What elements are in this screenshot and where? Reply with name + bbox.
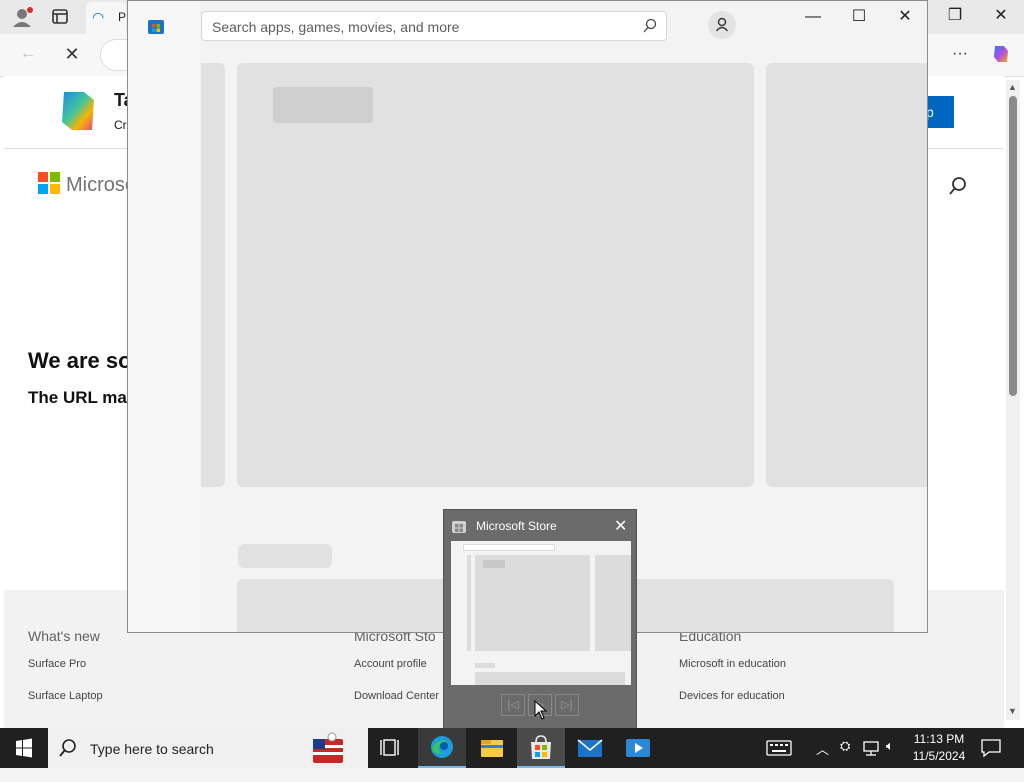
thumb-previous-icon[interactable]: |◁ — [501, 694, 525, 716]
preview-skeleton-right — [595, 555, 631, 651]
browser-tab[interactable]: ◠ P — [86, 2, 126, 34]
scroll-down-icon[interactable]: ▼ — [1008, 706, 1017, 716]
taskbar-thumbnail-preview[interactable]: Microsoft Store ✕ |◁ ▷ ▷| — [443, 509, 637, 729]
edge-icon[interactable] — [418, 728, 466, 768]
mail-icon[interactable] — [566, 728, 614, 768]
footer-column: What's new Surface Pro Surface Laptop — [28, 628, 228, 702]
section-title-skeleton — [238, 544, 332, 568]
error-subheading: The URL ma — [28, 388, 127, 407]
profile-icon[interactable] — [10, 6, 34, 28]
store-icon — [147, 17, 165, 35]
footer-link[interactable]: Surface Laptop — [28, 690, 228, 702]
preview-searchbar — [463, 544, 555, 551]
task-view-icon[interactable] — [368, 728, 416, 768]
restore-icon[interactable]: ❐ — [932, 0, 978, 32]
store-search-icon[interactable] — [642, 18, 658, 34]
banner-subtitle: Cr — [114, 118, 127, 132]
preview-title-skeleton — [483, 560, 505, 568]
thumbnail-store-icon — [452, 519, 466, 533]
back-icon[interactable]: ← — [16, 44, 40, 64]
stop-icon[interactable]: ✕ — [60, 44, 84, 64]
hero-skeleton-left — [201, 63, 225, 487]
footer-link[interactable]: Surface Pro — [28, 658, 228, 670]
store-search-input[interactable] — [210, 17, 634, 37]
more-icon[interactable]: ··· — [948, 44, 972, 64]
hero-title-skeleton — [273, 87, 373, 123]
windows-start-icon[interactable] — [0, 728, 48, 768]
store-nav-rail — [128, 1, 200, 632]
windows-taskbar: ︿ ⛭ 🔈︎ 11:13 PM 11/5/2024 — [0, 728, 1024, 768]
mouse-cursor-icon — [534, 699, 548, 720]
chevron-up-icon[interactable]: ︿ — [816, 739, 829, 758]
banner-button[interactable]: p — [924, 96, 954, 128]
search-icon[interactable] — [948, 176, 968, 196]
thumbnail-title: Microsoft Store — [476, 519, 557, 533]
maximize-icon[interactable]: ☐ — [836, 1, 882, 33]
preview-skeleton-left — [467, 555, 471, 651]
store-taskbar-icon[interactable] — [517, 728, 565, 768]
volume-icon[interactable]: 🔈︎ — [886, 738, 894, 754]
taskbar-search-box[interactable] — [48, 728, 368, 768]
footer-link[interactable]: Devices for education — [679, 690, 899, 702]
file-explorer-icon[interactable] — [468, 728, 516, 768]
minimize-icon[interactable]: — — [790, 1, 836, 33]
hero-skeleton-right — [766, 63, 927, 487]
account-icon[interactable] — [708, 11, 736, 39]
store-search-box[interactable] — [201, 11, 667, 41]
media-icon[interactable] — [614, 728, 662, 768]
thumb-next-icon[interactable]: ▷| — [555, 694, 579, 716]
tab-actions-icon[interactable] — [50, 7, 70, 27]
clock-time: 11:13 PM — [913, 732, 965, 746]
microsoft-brand: Microso — [66, 174, 137, 196]
scroll-up-icon[interactable]: ▲ — [1008, 82, 1017, 92]
scrollbar-thumb[interactable] — [1009, 96, 1017, 396]
taskbar-search-icon — [58, 738, 78, 758]
preview-section-skeleton — [475, 663, 495, 668]
clock-date: 11/5/2024 — [912, 749, 966, 763]
notification-icon[interactable] — [980, 738, 1002, 758]
preview-skeleton-main — [475, 555, 590, 651]
hero-skeleton-main — [237, 63, 754, 487]
clock[interactable]: 11:13 PM 11/5/2024 — [906, 731, 972, 765]
browser-close-icon[interactable]: ✕ — [978, 0, 1024, 32]
thumbnail-window-preview — [451, 541, 631, 685]
footer-link[interactable]: Microsoft in education — [679, 658, 899, 670]
keyboard-icon[interactable] — [766, 739, 792, 757]
close-icon[interactable]: ✕ — [882, 1, 927, 33]
microsoft-logo-icon — [38, 172, 60, 194]
footer-column: Education Microsoft in education Devices… — [679, 628, 899, 702]
loading-icon: ◠ — [92, 9, 105, 25]
thumbnail-close-icon[interactable]: ✕ — [614, 516, 627, 536]
copilot-icon[interactable] — [990, 43, 1012, 65]
search-highlight-icon[interactable] — [310, 731, 346, 765]
tab-title: P — [118, 10, 127, 24]
preview-card-skeleton — [475, 672, 625, 685]
copilot-logo — [54, 88, 102, 134]
ethernet-icon[interactable] — [862, 740, 880, 756]
network-icon[interactable]: ⛭ — [840, 738, 850, 754]
taskbar-search-input[interactable] — [88, 738, 292, 760]
error-heading: We are so — [28, 348, 132, 373]
